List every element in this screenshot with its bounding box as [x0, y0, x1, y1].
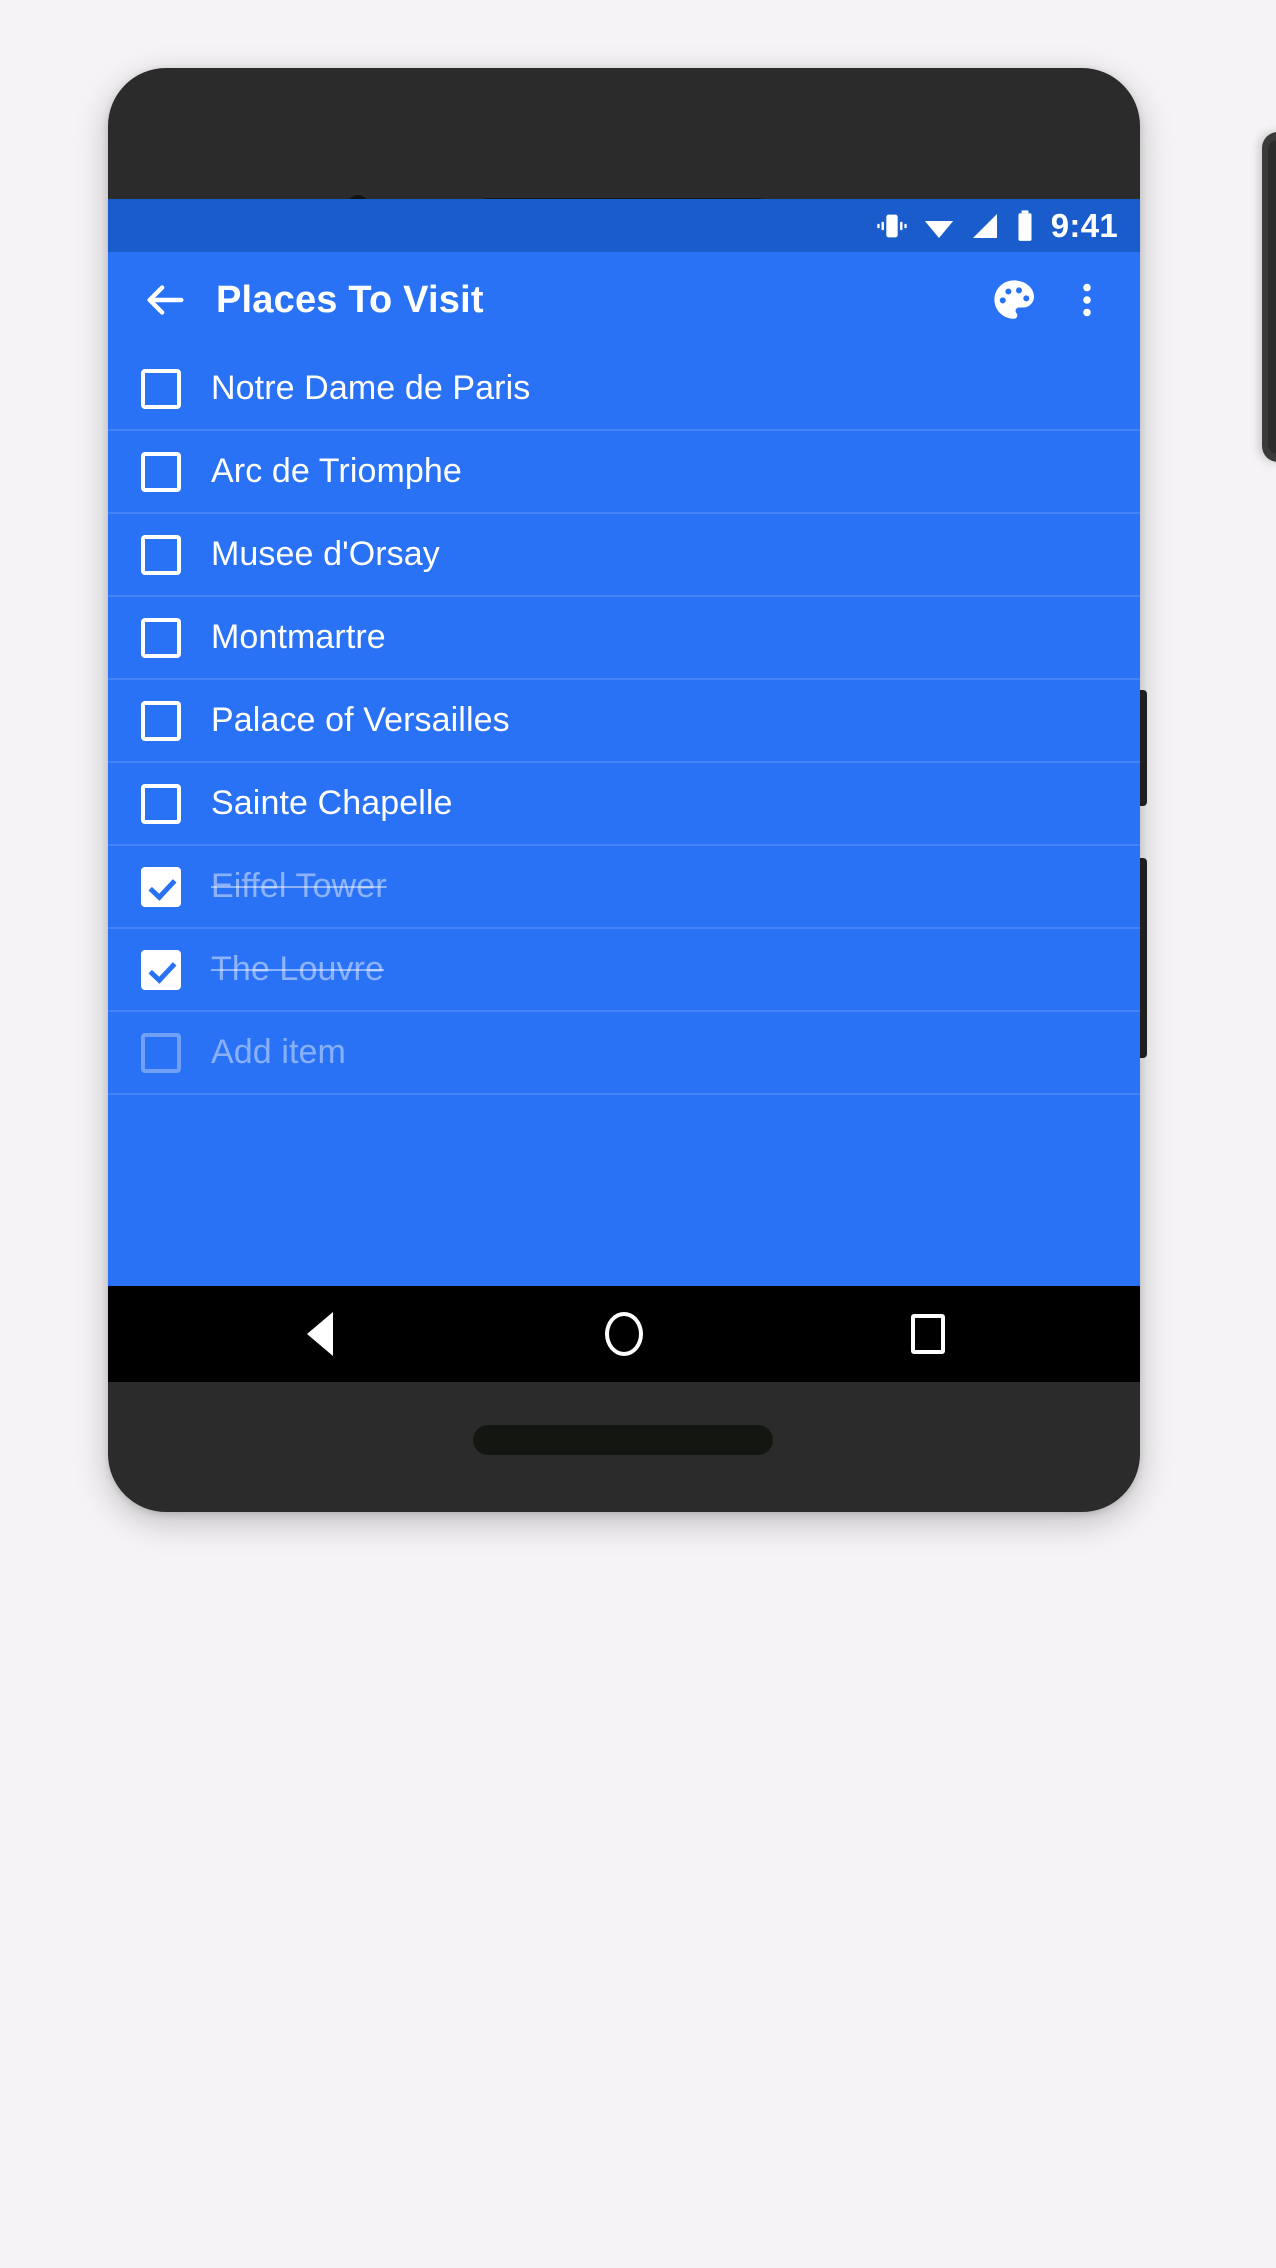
- checkbox-unchecked-icon[interactable]: [141, 451, 181, 492]
- status-bar: 9:41: [108, 199, 1140, 252]
- nav-home-icon[interactable]: [579, 1289, 669, 1379]
- app-bar: Places To Visit: [108, 252, 1140, 348]
- list-item-label: The Louvre: [211, 950, 384, 988]
- list-item[interactable]: Arc de Triomphe: [108, 431, 1140, 514]
- scene: 9:41 Places To Visit Notre Dame de Paris…: [0, 0, 1276, 2268]
- add-item-label: Add item: [211, 1033, 346, 1071]
- list-item[interactable]: Eiffel Tower: [108, 846, 1140, 929]
- list-item-label: Notre Dame de Paris: [211, 369, 531, 407]
- secondary-device-screen: [1268, 140, 1276, 454]
- list-item-label: Palace of Versailles: [211, 701, 510, 739]
- list-item[interactable]: Sainte Chapelle: [108, 763, 1140, 846]
- list-item-label: Eiffel Tower: [211, 867, 387, 905]
- secondary-device: [1262, 132, 1276, 462]
- status-clock: 9:41: [1050, 207, 1118, 244]
- battery-icon: [1018, 209, 1032, 241]
- checkbox-unchecked-icon[interactable]: [141, 534, 181, 575]
- checkbox-unchecked-icon[interactable]: [141, 700, 181, 741]
- list-item[interactable]: Montmartre: [108, 597, 1140, 680]
- cellular-signal-icon: [972, 213, 997, 238]
- nav-recents-icon[interactable]: [883, 1289, 973, 1379]
- list-item[interactable]: Palace of Versailles: [108, 680, 1140, 763]
- checkbox-checked-icon[interactable]: [141, 866, 181, 907]
- phone-device: 9:41 Places To Visit Notre Dame de Paris…: [108, 68, 1147, 1512]
- vibrate-icon: [877, 214, 907, 237]
- checkbox-unchecked-icon[interactable]: [141, 1032, 181, 1073]
- list-item[interactable]: Musee d'Orsay: [108, 514, 1140, 597]
- list-item-label: Arc de Triomphe: [211, 452, 462, 490]
- list-item-label: Sainte Chapelle: [211, 784, 453, 822]
- list-item[interactable]: Notre Dame de Paris: [108, 348, 1140, 431]
- overflow-menu-icon[interactable]: [1060, 270, 1114, 330]
- back-arrow-icon[interactable]: [138, 273, 192, 327]
- bottom-speaker: [473, 1425, 773, 1455]
- checkbox-checked-icon[interactable]: [141, 949, 181, 990]
- checkbox-unchecked-icon[interactable]: [141, 783, 181, 824]
- wifi-icon: [924, 220, 953, 238]
- list-item-label: Montmartre: [211, 618, 386, 656]
- add-item-row[interactable]: Add item: [108, 1012, 1140, 1095]
- todo-list: Notre Dame de Paris Arc de Triomphe Muse…: [108, 348, 1140, 1095]
- palette-icon[interactable]: [984, 270, 1044, 330]
- phone-screen: 9:41 Places To Visit Notre Dame de Paris…: [108, 199, 1140, 1382]
- checkbox-unchecked-icon[interactable]: [141, 617, 181, 658]
- list-item[interactable]: The Louvre: [108, 929, 1140, 1012]
- page-title: Places To Visit: [216, 278, 484, 321]
- nav-back-icon[interactable]: [275, 1289, 365, 1379]
- checkbox-unchecked-icon[interactable]: [141, 368, 181, 409]
- list-item-label: Musee d'Orsay: [211, 535, 440, 573]
- android-nav-bar: [108, 1286, 1140, 1382]
